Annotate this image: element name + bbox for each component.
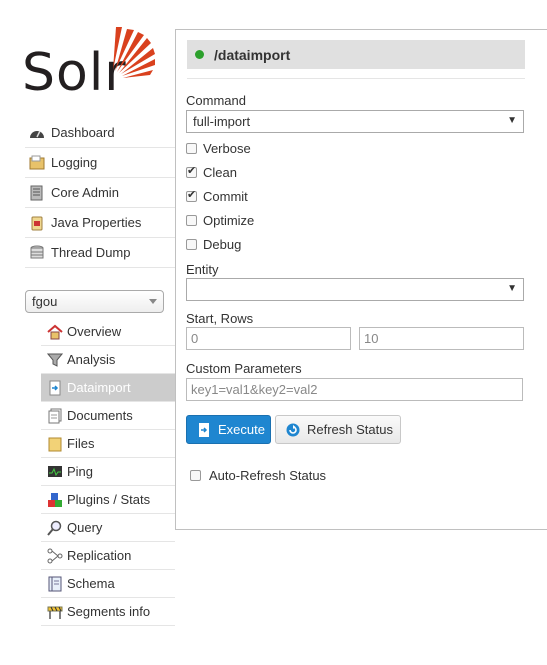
dashboard-icon xyxy=(29,125,45,141)
verbose-checkbox[interactable]: Verbose xyxy=(186,141,251,156)
rows-input[interactable]: 10 xyxy=(359,327,524,350)
core-selector[interactable]: fgou xyxy=(25,290,164,313)
status-dot-icon xyxy=(195,50,204,59)
core-menu-label: Dataimport xyxy=(67,380,131,395)
core-menu-label: Analysis xyxy=(67,352,116,367)
execute-icon xyxy=(197,422,211,437)
checkbox-box xyxy=(190,470,201,481)
core-menu-item-analysis[interactable]: Analysis xyxy=(41,346,175,374)
checkbox-box xyxy=(186,215,197,226)
java-properties-icon xyxy=(29,215,45,231)
custom-parameters-input[interactable]: key1=val1&key2=val2 xyxy=(186,378,523,401)
dropdown-arrow-icon: ▼ xyxy=(507,115,517,126)
checkbox-label: Clean xyxy=(203,165,237,180)
folder-icon xyxy=(47,436,63,452)
checkbox-box xyxy=(186,143,197,154)
checkbox-label: Commit xyxy=(203,189,248,204)
panel-header: /dataimport xyxy=(187,40,525,69)
commit-checkbox[interactable]: Commit xyxy=(186,188,248,204)
nav-item-label: Java Properties xyxy=(51,215,142,230)
optimize-checkbox[interactable]: Optimize xyxy=(186,213,254,228)
core-menu-label: Overview xyxy=(67,324,122,339)
nav-item-dashboard[interactable]: Dashboard xyxy=(25,118,175,148)
checkbox-label: Debug xyxy=(203,237,242,252)
logging-icon xyxy=(29,155,45,171)
auto-refresh-checkbox[interactable]: Auto-Refresh Status xyxy=(190,468,326,483)
clean-checkbox[interactable]: Clean xyxy=(186,164,237,180)
funnel-icon xyxy=(46,352,64,368)
nav-item-label: Thread Dump xyxy=(51,245,131,260)
start-input[interactable]: 0 xyxy=(186,327,351,350)
refresh-icon xyxy=(286,423,300,437)
execute-label: Execute xyxy=(218,422,265,437)
core-menu: Overview Analysis Dataimport Documents F… xyxy=(41,318,175,626)
core-menu-label: Schema xyxy=(67,576,115,591)
segments-icon xyxy=(47,604,63,620)
replication-icon xyxy=(47,548,63,564)
core-menu-item-replication[interactable]: Replication xyxy=(41,542,175,570)
refresh-status-label: Refresh Status xyxy=(307,422,393,437)
core-menu-item-files[interactable]: Files xyxy=(41,430,175,458)
core-menu-item-ping[interactable]: Ping xyxy=(41,458,175,486)
refresh-status-button[interactable]: Refresh Status xyxy=(275,415,401,444)
ping-icon xyxy=(47,464,63,480)
nav-item-java-properties[interactable]: Java Properties xyxy=(25,208,175,238)
command-select-value: full-import xyxy=(193,114,251,129)
core-menu-item-plugins-stats[interactable]: Plugins / Stats xyxy=(41,486,175,514)
nav-item-label: Dashboard xyxy=(51,125,115,140)
nav-item-label: Core Admin xyxy=(51,185,119,200)
core-menu-item-documents[interactable]: Documents xyxy=(41,402,175,430)
core-menu-label: Files xyxy=(67,436,95,451)
entity-label: Entity xyxy=(186,262,219,277)
chevron-down-icon xyxy=(149,299,157,304)
dataimport-icon xyxy=(47,380,63,396)
checkbox-label: Verbose xyxy=(203,141,251,156)
core-menu-item-query[interactable]: Query xyxy=(41,514,175,542)
plugins-icon xyxy=(47,492,63,508)
checkbox-label: Auto-Refresh Status xyxy=(209,468,327,483)
nav-item-core-admin[interactable]: Core Admin xyxy=(25,178,175,208)
checkbox-box xyxy=(186,188,197,202)
core-menu-label: Replication xyxy=(67,548,132,563)
checkbox-label: Optimize xyxy=(203,213,255,228)
core-selector-value: fgou xyxy=(32,294,58,309)
solr-logo[interactable]: Solr xyxy=(22,25,162,103)
nav-item-logging[interactable]: Logging xyxy=(25,148,175,178)
core-menu-item-overview[interactable]: Overview xyxy=(41,318,175,346)
core-menu-item-schema[interactable]: Schema xyxy=(41,570,175,598)
sun-logo-icon xyxy=(113,27,155,78)
checkbox-box xyxy=(186,239,197,250)
magnifier-icon xyxy=(47,520,63,536)
core-menu-label: Query xyxy=(67,520,103,535)
entity-select[interactable]: ▼ xyxy=(186,278,524,301)
core-menu-label: Ping xyxy=(67,464,94,479)
dataimport-panel: /dataimport Command full-import ▼ Verbos… xyxy=(175,29,547,530)
thread-dump-icon xyxy=(29,245,45,261)
debug-checkbox[interactable]: Debug xyxy=(186,237,241,252)
core-menu-item-dataimport[interactable]: Dataimport xyxy=(41,374,175,402)
documents-icon xyxy=(47,408,63,424)
start-rows-label: Start, Rows xyxy=(186,311,254,326)
command-select[interactable]: full-import ▼ xyxy=(186,110,524,133)
nav-item-label: Logging xyxy=(51,155,98,170)
divider xyxy=(187,78,525,79)
command-label: Command xyxy=(186,93,246,108)
nav-item-thread-dump[interactable]: Thread Dump xyxy=(25,238,175,268)
page-title: /dataimport xyxy=(214,46,291,63)
home-icon xyxy=(47,324,63,340)
core-menu-item-segments-info[interactable]: Segments info xyxy=(41,598,175,626)
main-navigation: Dashboard Logging Core Admin Java Proper… xyxy=(25,118,175,268)
schema-icon xyxy=(47,576,63,592)
core-menu-label: Documents xyxy=(67,408,133,423)
execute-button[interactable]: Execute xyxy=(186,415,271,444)
checkbox-box xyxy=(186,164,197,178)
core-menu-label: Plugins / Stats xyxy=(67,492,151,507)
core-admin-icon xyxy=(29,185,45,201)
custom-parameters-label: Custom Parameters xyxy=(186,361,302,376)
dropdown-arrow-icon: ▼ xyxy=(507,283,517,294)
core-menu-label: Segments info xyxy=(67,604,151,619)
